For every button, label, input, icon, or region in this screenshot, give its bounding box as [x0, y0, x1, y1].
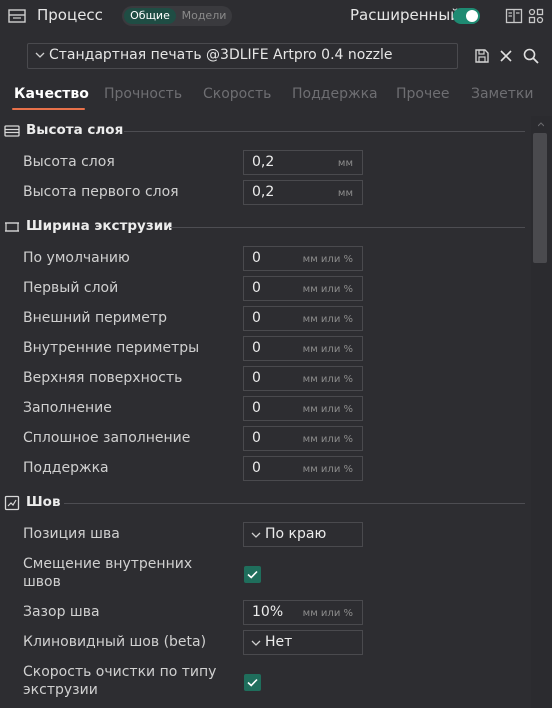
dropdown-value: По краю	[265, 526, 327, 542]
first-layer-height-input[interactable]: 0,2 мм	[243, 180, 363, 205]
field-unit: мм или %	[302, 284, 353, 295]
mode-objects-button[interactable]: Модели	[179, 8, 229, 24]
wipe-speed-label-line1: Скорость очистки по типу	[23, 664, 217, 680]
line-width-top-surface-input[interactable]: 0 мм или %	[243, 366, 363, 391]
mode-global-button[interactable]: Общие	[124, 8, 176, 24]
field-unit: мм или %	[302, 464, 353, 475]
section-divider	[64, 503, 525, 504]
active-tab-indicator	[12, 108, 85, 110]
search-icon[interactable]	[522, 47, 540, 65]
line-width-solid-infill-input[interactable]: 0 мм или %	[243, 426, 363, 451]
field-value: 0	[252, 340, 261, 356]
field-unit: мм или %	[302, 374, 353, 385]
preset-dropdown[interactable]: Стандартная печать @3DLIFE Artpro 0.4 no…	[27, 43, 458, 69]
layer-height-icon	[4, 125, 20, 137]
layer-height-input[interactable]: 0,2 мм	[243, 150, 363, 175]
advanced-toggle[interactable]	[453, 8, 480, 24]
section-divider	[170, 227, 525, 228]
field-value: 0	[252, 370, 261, 386]
field-unit: мм	[337, 158, 353, 169]
field-unit: мм или %	[302, 434, 353, 445]
checkmark-icon	[247, 570, 258, 579]
tab-quality[interactable]: Качество	[14, 86, 89, 102]
staggered-seam-label-line1: Смещение внутренних	[23, 556, 193, 572]
section-layer-height: Высота слоя	[0, 119, 531, 143]
preset-name: Стандартная печать @3DLIFE Artpro 0.4 no…	[49, 47, 393, 63]
save-icon[interactable]	[473, 47, 491, 65]
line-width-first-layer-input[interactable]: 0 мм или %	[243, 276, 363, 301]
line-width-outer-wall-input[interactable]: 0 мм или %	[243, 306, 363, 331]
tab-others[interactable]: Прочее	[396, 86, 449, 102]
tab-speed[interactable]: Скорость	[203, 86, 271, 102]
field-value: 0	[252, 400, 261, 416]
seam-position-dropdown[interactable]: По краю	[243, 522, 363, 547]
section-title: Ширина экструзии	[26, 218, 173, 234]
field-value: 0,2	[252, 154, 275, 170]
line-width-support-input[interactable]: 0 мм или %	[243, 456, 363, 481]
chevron-down-icon	[35, 52, 45, 58]
field-value: 0	[252, 310, 261, 326]
field-value: 0	[252, 460, 261, 476]
line-width-infill-label: Заполнение	[23, 400, 112, 416]
field-unit: мм или %	[302, 344, 353, 355]
line-width-infill-input[interactable]: 0 мм или %	[243, 396, 363, 421]
field-value: 0	[252, 250, 261, 266]
line-width-default-input[interactable]: 0 мм или %	[243, 246, 363, 271]
line-width-default-label: По умолчанию	[23, 250, 130, 266]
advanced-label: Расширенный	[350, 6, 460, 24]
wipe-speed-label-line2: экструзии	[23, 682, 98, 698]
section-title: Высота слоя	[26, 122, 124, 138]
chevron-down-icon	[251, 640, 261, 646]
seam-position-label: Позиция шва	[23, 526, 120, 542]
line-width-support-label: Поддержка	[23, 460, 109, 476]
seam-icon	[4, 495, 20, 511]
scarf-seam-dropdown[interactable]: Нет	[243, 630, 363, 655]
section-divider	[124, 131, 525, 132]
field-unit: мм или %	[302, 314, 353, 325]
line-width-outer-wall-label: Внешний периметр	[23, 310, 167, 326]
seam-gap-input[interactable]: 10% мм или %	[243, 600, 363, 625]
scroll-up-icon[interactable]	[538, 120, 544, 130]
field-unit: мм или %	[302, 608, 353, 619]
section-seam: Шов	[0, 491, 531, 515]
panel-title: Процесс	[37, 6, 103, 24]
scarf-seam-label: Клиновидный шов (beta)	[23, 634, 207, 650]
close-icon[interactable]	[497, 47, 515, 65]
scrollbar-thumb[interactable]	[533, 133, 547, 263]
field-unit: мм или %	[302, 254, 353, 265]
field-unit: мм	[337, 188, 353, 199]
field-value: 10%	[252, 604, 284, 620]
line-width-first-layer-label: Первый слой	[23, 280, 119, 296]
process-icon	[8, 9, 26, 23]
field-value: 0	[252, 280, 261, 296]
field-value: 0,2	[252, 184, 275, 200]
toggle-knob	[466, 10, 478, 22]
line-width-inner-wall-label: Внутренние периметры	[23, 340, 200, 356]
wipe-speed-checkbox[interactable]	[244, 674, 261, 691]
field-value: 0	[252, 430, 261, 446]
section-line-width: Ширина экструзии	[0, 215, 531, 239]
compare-icon[interactable]	[505, 7, 523, 25]
top-bar: Процесс Общие Модели Расширенный	[0, 0, 552, 32]
chevron-down-icon	[251, 532, 261, 538]
line-width-top-surface-label: Верхняя поверхность	[23, 370, 183, 386]
section-title: Шов	[26, 494, 61, 510]
field-unit: мм или %	[302, 404, 353, 415]
grid-settings-icon[interactable]	[527, 7, 545, 25]
line-width-solid-infill-label: Сплошное заполнение	[23, 430, 191, 446]
seam-gap-label: Зазор шва	[23, 604, 100, 620]
tab-support[interactable]: Поддержка	[292, 86, 378, 102]
staggered-seam-checkbox[interactable]	[244, 566, 261, 583]
mode-switch[interactable]: Общие Модели	[122, 6, 232, 26]
tab-notes[interactable]: Заметки	[471, 86, 533, 102]
line-width-icon	[5, 222, 19, 232]
checkmark-icon	[247, 678, 258, 687]
tab-strength[interactable]: Прочность	[104, 86, 182, 102]
dropdown-value: Нет	[265, 634, 293, 650]
staggered-seam-label-line2: швов	[23, 574, 61, 590]
line-width-inner-wall-input[interactable]: 0 мм или %	[243, 336, 363, 361]
first-layer-height-label: Высота первого слоя	[23, 184, 179, 200]
layer-height-label: Высота слоя	[23, 154, 115, 170]
